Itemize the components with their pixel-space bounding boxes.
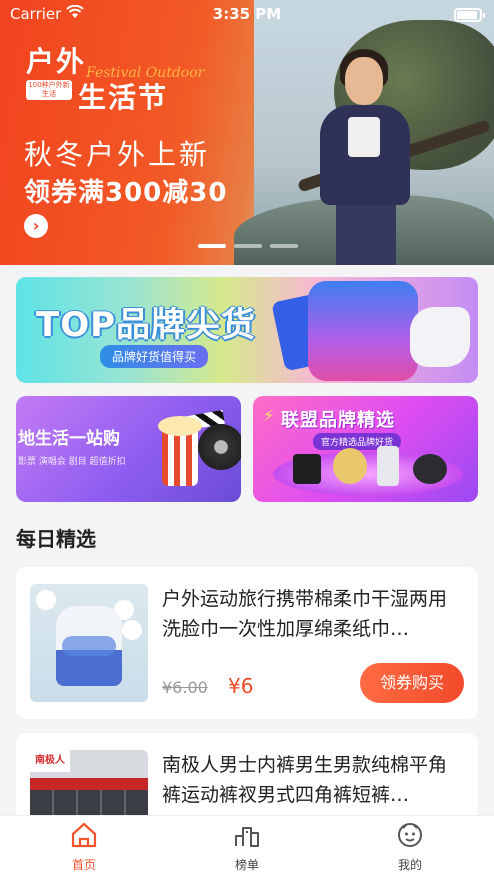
- hero-script-text: Festival Outdoor: [86, 65, 205, 81]
- popcorn-icon: [158, 416, 202, 486]
- tab-ranking-label: 榜单: [234, 858, 259, 872]
- shoe-image: [410, 307, 470, 367]
- tab-home[interactable]: 首页: [24, 820, 144, 876]
- coupon-buy-button[interactable]: 领券购买: [360, 663, 464, 703]
- carousel-dot[interactable]: [270, 244, 298, 248]
- hero-arrow-button[interactable]: ›: [24, 214, 48, 238]
- carousel-indicator: [198, 244, 298, 248]
- battery-icon: [454, 8, 485, 22]
- hero-carousel[interactable]: 户外 100种户外新生活 生活节 Festival Outdoor 秋冬户外上新…: [0, 0, 494, 265]
- original-price: ¥6.00: [162, 678, 208, 697]
- banner-left-subtitle: 影票 演唱会 剧目 超值折扣: [18, 457, 126, 467]
- tab-profile-label: 我的: [397, 858, 422, 872]
- hero-headline: 秋冬户外上新: [24, 138, 211, 171]
- tab-ranking[interactable]: 榜单: [187, 820, 307, 876]
- hero-promo: 领券满300减30: [24, 178, 228, 208]
- tab-home-label: 首页: [71, 858, 96, 872]
- product-card[interactable]: 户外运动旅行携带棉柔巾干湿两用洗脸巾一次性加厚绵柔纸巾… ¥6.00 ¥6 领券…: [16, 567, 478, 719]
- backpack-image: [308, 281, 418, 381]
- lightning-icon: ⚡: [263, 406, 275, 425]
- carousel-dot[interactable]: [234, 244, 262, 248]
- banner-right-title: 联盟品牌精选: [281, 410, 395, 431]
- tab-profile[interactable]: 我的: [350, 820, 470, 876]
- film-reel-icon: [198, 424, 241, 470]
- banner-top-subtitle: 品牌好货值得买: [100, 345, 209, 368]
- product-title[interactable]: 南极人男士内裤男生男款纯棉平角裤运动裤衩男式四角裤短裤…: [162, 750, 462, 810]
- product-image: [413, 454, 447, 484]
- carousel-dot[interactable]: [198, 244, 226, 248]
- ranking-icon: [232, 820, 262, 850]
- banner-local-life[interactable]: 地生活一站购 影票 演唱会 剧目 超值折扣: [16, 396, 241, 502]
- banner-top-brands[interactable]: TOP品牌尖货 品牌好货值得买: [16, 277, 478, 383]
- brand-label: 南极人: [30, 750, 70, 772]
- status-time: 3:35 PM: [212, 5, 282, 23]
- product-title[interactable]: 户外运动旅行携带棉柔巾干湿两用洗脸巾一次性加厚绵柔纸巾…: [162, 584, 462, 644]
- banner-alliance-brands[interactable]: ⚡ 联盟品牌精选 官方精选品牌好货: [253, 396, 478, 502]
- product-image: [293, 454, 321, 484]
- section-title: 每日精选: [16, 527, 96, 551]
- home-icon: [69, 820, 99, 850]
- bottom-tab-bar: 首页 榜单 我的: [0, 815, 494, 880]
- product-image: [377, 446, 399, 486]
- chevron-right-icon: ›: [32, 216, 40, 235]
- banner-top-title: TOP品牌尖货: [36, 305, 257, 345]
- hero-logo-tag: 100种户外新生活: [26, 80, 72, 100]
- product-image: [333, 448, 367, 484]
- status-bar: Carrier 3:35 PM: [0, 0, 494, 30]
- hero-model-image: [300, 45, 420, 265]
- banner-left-title: 地生活一站购: [18, 429, 120, 449]
- profile-icon: [395, 820, 425, 850]
- product-thumbnail[interactable]: [30, 584, 148, 702]
- hero-logo: 户外 100种户外新生活 生活节 Festival Outdoor: [26, 40, 204, 116]
- sale-price: ¥6: [228, 674, 254, 698]
- hero-logo-line2: 生活节: [78, 81, 169, 114]
